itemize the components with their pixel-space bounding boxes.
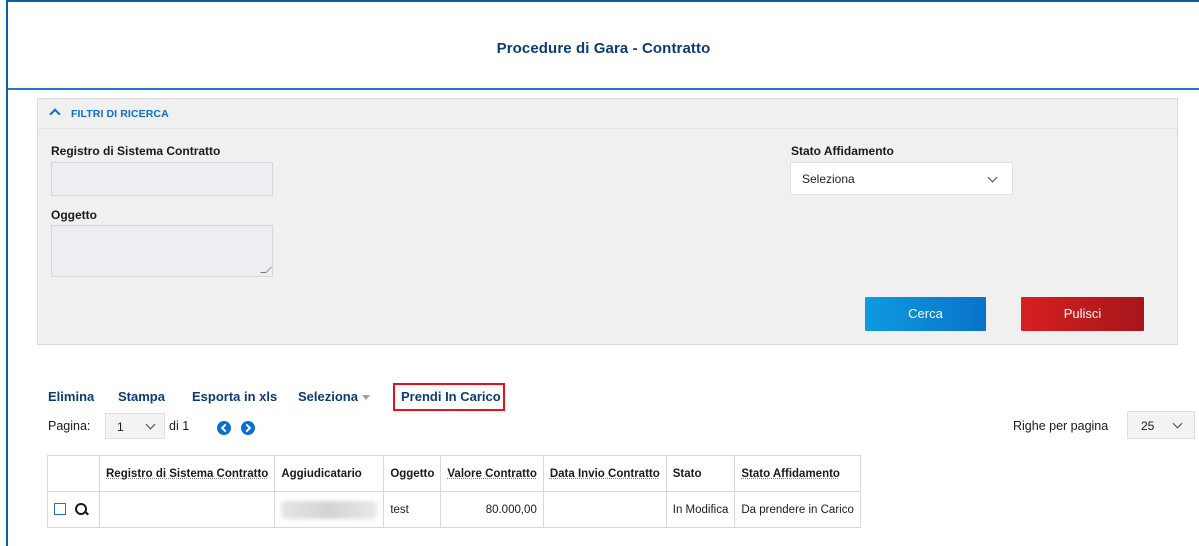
rows-per-page-select[interactable]: 25 bbox=[1127, 411, 1195, 439]
page-label: Pagina: bbox=[48, 419, 91, 433]
rows-per-page-value: 25 bbox=[1141, 419, 1155, 433]
cell-stato-affidamento: Da prendere in Carico bbox=[734, 491, 861, 528]
oggetto-label: Oggetto bbox=[51, 208, 97, 222]
oggetto-textarea[interactable] bbox=[51, 225, 273, 277]
column-header[interactable]: Registro di Sistema Contratto bbox=[98, 455, 276, 492]
column-header[interactable]: Aggiudicatario bbox=[274, 455, 385, 492]
cell-valore: 80.000,00 bbox=[440, 491, 544, 528]
redacted-value bbox=[281, 500, 378, 519]
clear-button[interactable]: Pulisci bbox=[1021, 297, 1144, 331]
prev-page-icon[interactable] bbox=[217, 421, 231, 435]
stato-affidamento-label: Stato Affidamento bbox=[791, 144, 894, 158]
registro-input[interactable] bbox=[51, 162, 273, 196]
cell-oggetto: test bbox=[383, 491, 442, 528]
page-select[interactable]: 1 bbox=[105, 413, 165, 439]
table-row: test 80.000,00 In Modifica Da prendere i… bbox=[47, 491, 861, 528]
title-bar: Procedure di Gara - Contratto bbox=[8, 2, 1199, 90]
table-header-row: Registro di Sistema Contratto Aggiudicat… bbox=[47, 455, 861, 492]
cell-stato: In Modifica bbox=[665, 491, 736, 528]
registro-label: Registro di Sistema Contratto bbox=[51, 144, 221, 158]
search-filters-panel: FILTRI DI RICERCA Registro di Sistema Co… bbox=[37, 98, 1178, 345]
search-icon[interactable] bbox=[75, 503, 88, 516]
chevron-down-icon bbox=[987, 172, 998, 183]
filters-title: FILTRI DI RICERCA bbox=[71, 108, 169, 120]
cell-data-invio bbox=[542, 491, 667, 528]
row-checkbox[interactable] bbox=[54, 503, 66, 516]
chevron-down-icon bbox=[1172, 418, 1183, 429]
column-header[interactable]: Data Invio Contratto bbox=[542, 455, 667, 492]
delete-action[interactable]: Elimina bbox=[48, 389, 94, 404]
page-select-value: 1 bbox=[117, 420, 124, 434]
cell-aggiudicatario bbox=[274, 491, 385, 528]
rows-per-page-label: Righe per pagina bbox=[1013, 419, 1109, 433]
column-header[interactable]: Stato Affidamento bbox=[734, 455, 861, 492]
select-column-header bbox=[47, 455, 100, 492]
results-table: Registro di Sistema Contratto Aggiudicat… bbox=[47, 455, 861, 528]
column-header[interactable]: Oggetto bbox=[383, 455, 442, 492]
select-dropdown[interactable]: Seleziona bbox=[298, 389, 370, 404]
select-label: Seleziona bbox=[298, 389, 358, 404]
filters-toggle[interactable]: FILTRI DI RICERCA bbox=[38, 99, 1177, 129]
caret-down-icon bbox=[361, 395, 370, 401]
column-header[interactable]: Stato bbox=[665, 455, 736, 492]
stato-affidamento-select[interactable]: Seleziona bbox=[790, 162, 1013, 195]
highlight-box bbox=[393, 383, 505, 411]
cell-registro bbox=[98, 491, 276, 528]
column-header[interactable]: Valore Contratto bbox=[440, 455, 544, 492]
resize-grip-icon[interactable] bbox=[260, 267, 272, 273]
print-action[interactable]: Stampa bbox=[118, 389, 165, 404]
stato-affidamento-value: Seleziona bbox=[802, 172, 855, 186]
chevron-up-icon bbox=[49, 108, 61, 120]
app-frame: Procedure di Gara - Contratto FILTRI DI … bbox=[6, 0, 1199, 546]
next-page-icon[interactable] bbox=[241, 421, 255, 435]
chevron-down-icon bbox=[145, 419, 156, 430]
search-button[interactable]: Cerca bbox=[865, 297, 986, 331]
export-xls-action[interactable]: Esporta in xls bbox=[192, 389, 277, 404]
row-controls bbox=[47, 491, 100, 528]
page-title: Procedure di Gara - Contratto bbox=[496, 40, 711, 57]
page-count: di 1 bbox=[169, 419, 190, 433]
